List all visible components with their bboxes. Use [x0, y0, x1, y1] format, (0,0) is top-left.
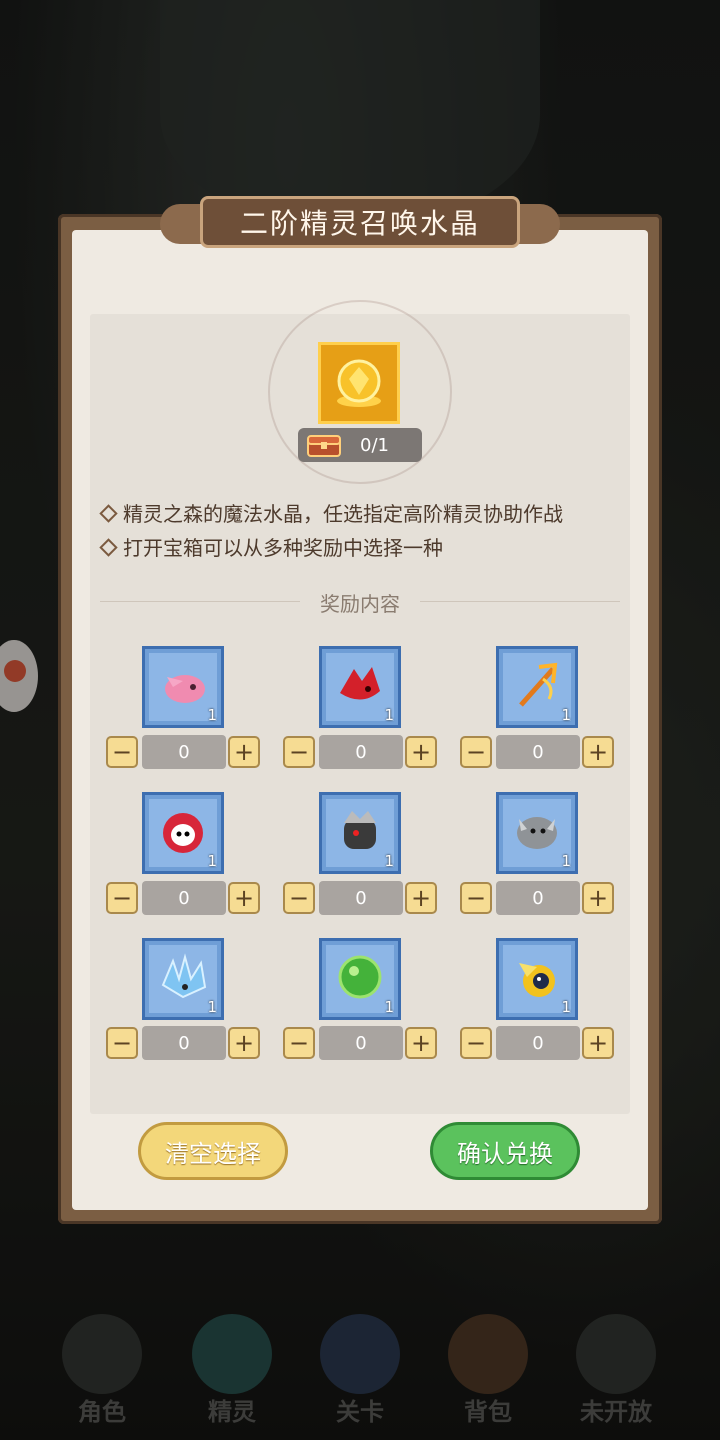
diamond-bullet-icon — [99, 538, 118, 557]
increase-button[interactable]: + — [582, 882, 614, 914]
ice-crystal-spirit-icon — [161, 953, 207, 999]
title-plate: 二阶精灵召唤水晶 — [200, 196, 520, 248]
quantity-field[interactable]: 0 — [142, 735, 226, 769]
green-orb-spirit-icon — [338, 955, 382, 999]
confirm-exchange-button[interactable]: 确认兑换 — [430, 1122, 580, 1180]
decrease-button[interactable]: − — [460, 736, 492, 768]
reward-item-card[interactable]: 1 — [142, 646, 224, 728]
crystal-count-pill: 0/1 — [298, 428, 422, 462]
item-quantity: 1 — [207, 852, 217, 870]
reward-item-card[interactable]: 1 — [319, 938, 401, 1020]
reward-item-card[interactable]: 1 — [496, 646, 578, 728]
quantity-field[interactable]: 0 — [496, 881, 580, 915]
reward-item-card[interactable]: 1 — [319, 646, 401, 728]
crystal-count: 0/1 — [360, 434, 389, 456]
yellow-crystal-icon — [337, 359, 381, 407]
crystal-item-frame[interactable] — [318, 342, 400, 424]
description-text: 打开宝箱可以从多种奖励中选择一种 — [123, 536, 443, 560]
item-quantity: 1 — [207, 998, 217, 1016]
item-quantity: 1 — [384, 852, 394, 870]
quantity-field[interactable]: 0 — [496, 1026, 580, 1060]
decrease-button[interactable]: − — [106, 736, 138, 768]
reward-item-card[interactable]: 1 — [496, 792, 578, 874]
quantity-field[interactable]: 0 — [142, 881, 226, 915]
quantity-field[interactable]: 0 — [319, 881, 403, 915]
quantity-field[interactable]: 0 — [319, 735, 403, 769]
description-line-2: 打开宝箱可以从多种奖励中选择一种 — [99, 532, 443, 561]
description-text: 精灵之森的魔法水晶，任选指定高阶精灵协助作战 — [123, 502, 563, 526]
increase-button[interactable]: + — [405, 1027, 437, 1059]
black-armor-spirit-icon — [344, 811, 376, 849]
title-banner: 二阶精灵召唤水晶 — [160, 196, 560, 252]
diamond-bullet-icon — [99, 504, 118, 523]
item-quantity: 1 — [384, 998, 394, 1016]
item-quantity: 1 — [207, 706, 217, 724]
increase-button[interactable]: + — [228, 736, 260, 768]
increase-button[interactable]: + — [582, 736, 614, 768]
quantity-field[interactable]: 0 — [142, 1026, 226, 1060]
treasure-chest-icon — [307, 435, 341, 457]
decrease-button[interactable]: − — [106, 882, 138, 914]
decrease-button[interactable]: − — [283, 736, 315, 768]
decrease-button[interactable]: − — [460, 1027, 492, 1059]
decrease-button[interactable]: − — [283, 882, 315, 914]
increase-button[interactable]: + — [228, 882, 260, 914]
increase-button[interactable]: + — [582, 1027, 614, 1059]
decrease-button[interactable]: − — [106, 1027, 138, 1059]
dialog-title: 二阶精灵召唤水晶 — [239, 207, 480, 240]
decrease-button[interactable]: − — [460, 882, 492, 914]
quantity-field[interactable]: 0 — [319, 1026, 403, 1060]
red-dragon-spirit-icon — [340, 667, 380, 700]
description-line-1: 精灵之森的魔法水晶，任选指定高阶精灵协助作战 — [99, 498, 563, 527]
item-quantity: 1 — [561, 998, 571, 1016]
grey-beast-spirit-icon — [517, 817, 557, 849]
item-quantity: 1 — [561, 852, 571, 870]
reward-item-card[interactable]: 1 — [496, 938, 578, 1020]
decrease-button[interactable]: − — [283, 1027, 315, 1059]
increase-button[interactable]: + — [405, 736, 437, 768]
pink-bird-spirit-icon — [165, 675, 205, 703]
fire-trident-icon — [519, 662, 558, 707]
item-quantity: 1 — [561, 706, 571, 724]
item-quantity: 1 — [384, 706, 394, 724]
increase-button[interactable]: + — [228, 1027, 260, 1059]
reward-item-card[interactable]: 1 — [142, 792, 224, 874]
reward-item-card[interactable]: 1 — [319, 792, 401, 874]
rewards-section-title: 奖励内容 — [300, 588, 420, 617]
red-owl-spirit-icon — [163, 813, 203, 853]
increase-button[interactable]: + — [405, 882, 437, 914]
clear-selection-button[interactable]: 清空选择 — [138, 1122, 288, 1180]
thunder-spirit-icon — [519, 963, 555, 997]
reward-item-card[interactable]: 1 — [142, 938, 224, 1020]
quantity-field[interactable]: 0 — [496, 735, 580, 769]
